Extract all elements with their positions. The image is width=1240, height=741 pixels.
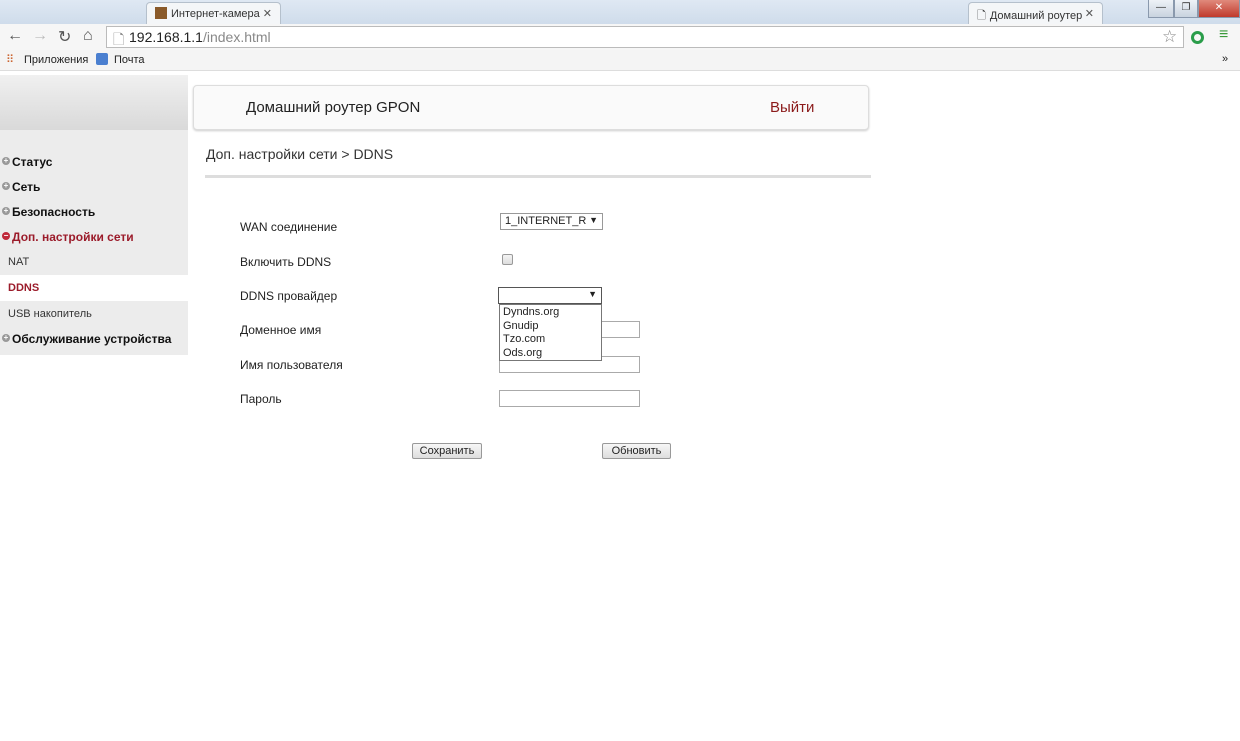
tab-title: Интернет-камера	[171, 8, 260, 20]
sidebar-item-usb[interactable]: USB накопитель	[0, 301, 188, 327]
dropdown-arrow-icon: ▼	[588, 289, 597, 299]
sidebar-item-nat[interactable]: NAT	[0, 249, 188, 275]
provider-option[interactable]: Tzo.com	[503, 333, 598, 347]
browser-tab[interactable]: Интернет-камера ✕	[146, 2, 281, 24]
breadcrumb: Доп. настройки сети > DDNS	[206, 146, 394, 162]
label: Безопасность	[12, 205, 96, 219]
label: NAT	[8, 256, 30, 268]
url-path: /index.html	[202, 29, 271, 45]
domain-label: Доменное имя	[240, 323, 322, 337]
plus-icon: +	[2, 333, 10, 342]
back-icon[interactable]: ←	[7, 27, 23, 45]
label: Сеть	[12, 180, 41, 194]
enable-ddns-checkbox[interactable]	[502, 254, 513, 265]
tab-title: Домашний роутер	[989, 10, 1083, 22]
mail-icon	[96, 53, 108, 65]
label: USB накопитель	[8, 308, 92, 320]
page-title: Домашний роутер GPON	[246, 99, 421, 116]
provider-option[interactable]: Gnudip	[503, 320, 598, 334]
home-icon[interactable]: ⌂	[83, 27, 93, 45]
sidebar-item-ddns[interactable]: DDNS	[0, 275, 188, 301]
close-window-button[interactable]: ✕	[1198, 0, 1240, 18]
provider-option[interactable]: Ods.org	[503, 347, 598, 361]
sidebar-item-security[interactable]: + Безопасность	[0, 205, 188, 219]
wan-label: WAN соединение	[240, 220, 338, 234]
wan-select[interactable]: 1_INTERNET_R ▼	[500, 213, 603, 230]
apps-icon: ⠿	[6, 54, 15, 66]
bookmark-star-icon[interactable]: ☆	[1162, 27, 1177, 47]
page-favicon-icon: 🗋	[977, 10, 986, 22]
bookmark-mail[interactable]: Почта	[114, 54, 145, 66]
label: Доп. настройки сети	[12, 230, 134, 244]
close-tab-icon[interactable]: ✕	[1085, 7, 1094, 20]
logout-link[interactable]: Выйти	[770, 99, 814, 116]
username-label: Имя пользователя	[240, 358, 343, 372]
sidebar-logo-area	[0, 75, 188, 130]
address-bar[interactable]: 🗋 192.168.1.1/index.html	[106, 26, 1184, 48]
extension-icon[interactable]	[1191, 31, 1204, 44]
close-tab-icon[interactable]: ✕	[263, 7, 272, 20]
label: Обслуживание устройства	[12, 332, 172, 346]
minimize-button[interactable]: —	[1148, 0, 1174, 18]
bookmark-apps[interactable]: Приложения	[24, 54, 88, 66]
label: Статус	[12, 155, 53, 169]
divider	[205, 175, 871, 178]
refresh-button[interactable]: Обновить	[602, 443, 671, 459]
enable-ddns-label: Включить DDNS	[240, 255, 332, 269]
bookmarks-bar: ⠿ Приложения Почта »	[0, 50, 1240, 71]
plus-icon: +	[2, 156, 10, 165]
reload-icon[interactable]: ↻	[58, 27, 71, 47]
browser-tab-active[interactable]: 🗋 Домашний роутер ✕	[968, 2, 1103, 24]
plus-icon: +	[2, 206, 10, 215]
wan-value: 1_INTERNET_R	[505, 215, 587, 227]
forward-icon[interactable]: →	[32, 27, 48, 45]
menu-icon[interactable]: ≡	[1219, 26, 1228, 44]
provider-label: DDNS провайдер	[240, 289, 338, 303]
sidebar-item-maintenance[interactable]: + Обслуживание устройства	[0, 332, 188, 346]
password-label: Пароль	[240, 392, 282, 406]
dropdown-arrow-icon: ▼	[589, 215, 598, 225]
provider-select[interactable]: ▼	[498, 287, 602, 304]
label: DDNS	[8, 282, 40, 294]
password-input[interactable]	[499, 390, 640, 407]
save-button[interactable]: Сохранить	[412, 443, 482, 459]
minus-icon: −	[2, 231, 10, 240]
provider-dropdown-list: Dyndns.org Gnudip Tzo.com Ods.org	[499, 304, 602, 361]
camera-favicon-icon	[155, 7, 167, 19]
sidebar-item-advanced[interactable]: − Доп. настройки сети	[0, 230, 188, 244]
plus-icon: +	[2, 181, 10, 190]
sidebar-item-status[interactable]: + Статус	[0, 155, 188, 169]
maximize-button[interactable]: ❐	[1174, 0, 1198, 18]
url-host: 192.168.1.1	[129, 29, 203, 45]
page-header: Домашний роутер GPON Выйти	[193, 85, 869, 130]
sidebar-item-network[interactable]: + Сеть	[0, 180, 188, 194]
provider-option[interactable]: Dyndns.org	[503, 306, 598, 320]
more-bookmarks[interactable]: »	[1222, 53, 1228, 65]
